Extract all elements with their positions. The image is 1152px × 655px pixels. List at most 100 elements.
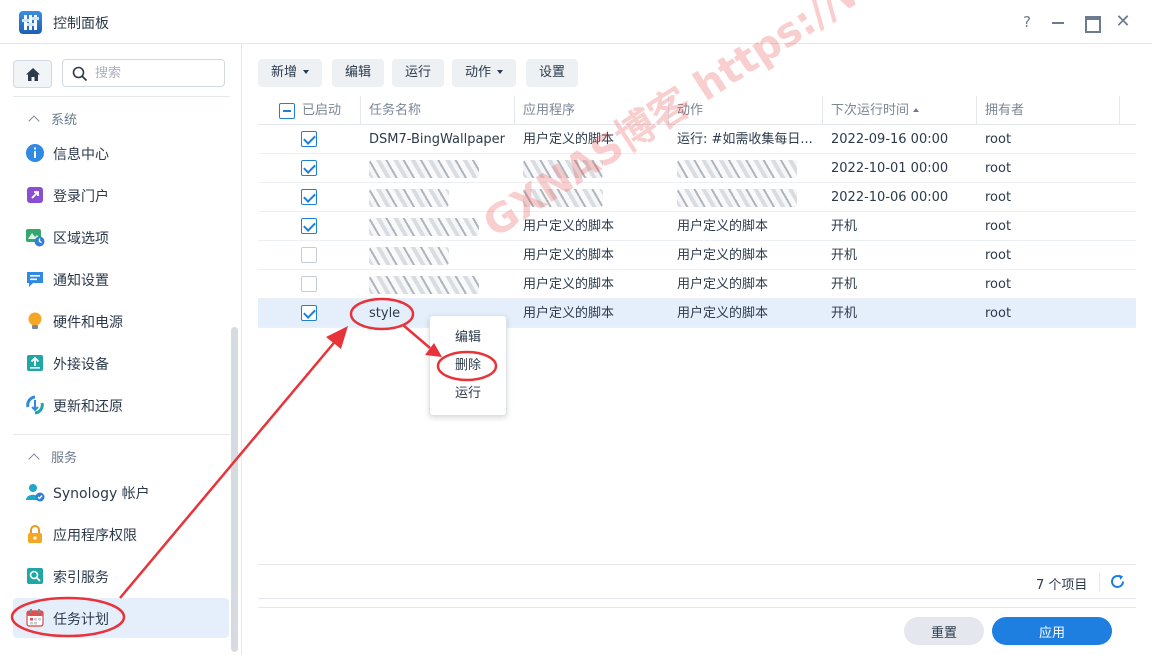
caret-down-icon: [497, 70, 504, 74]
table-row[interactable]: 用户定义的脚本 用户定义的脚本 开机 root: [258, 241, 1136, 270]
cell-next-run: 2022-10-01 00:00: [831, 161, 949, 176]
context-menu-edit[interactable]: 编辑: [430, 326, 506, 350]
sidebar-item-region[interactable]: 区域选项: [13, 217, 229, 257]
footer-divider: [258, 607, 1136, 608]
account-icon: [26, 484, 45, 502]
table-row[interactable]: 2022-10-06 00:00 root: [258, 183, 1136, 212]
reset-button[interactable]: 重置: [904, 617, 984, 645]
edit-button[interactable]: 编辑: [332, 59, 385, 87]
sidebar-item-task-scheduler[interactable]: 任务计划: [13, 598, 229, 638]
sidebar-item-label: 更新和还原: [53, 399, 123, 415]
search-field[interactable]: [62, 59, 225, 87]
column-header-label: 任务名称: [369, 103, 422, 118]
sidebar-item-indexing[interactable]: 索引服务: [13, 556, 229, 596]
enabled-checkbox[interactable]: [301, 131, 317, 147]
column-header-label: 已启动: [302, 103, 342, 118]
cell-action: 用户定义的脚本: [677, 277, 769, 292]
new-button[interactable]: 新增: [258, 59, 323, 87]
calendar-icon: [26, 609, 44, 627]
refresh-icon[interactable]: [1109, 573, 1126, 590]
redacted-cell: [369, 276, 479, 294]
sidebar-item-login-portal[interactable]: 登录门户: [13, 175, 229, 215]
window-title: 控制面板: [53, 16, 109, 32]
group-header-system[interactable]: 系统: [28, 109, 77, 128]
home-button[interactable]: [13, 60, 52, 88]
maximize-button[interactable]: [1080, 11, 1102, 33]
run-button-label: 运行: [405, 65, 432, 80]
cell-next-run: 2022-09-16 00:00: [831, 132, 949, 147]
table-row[interactable]: 用户定义的脚本 用户定义的脚本 开机 root: [258, 270, 1136, 299]
cell-owner: root: [985, 219, 1012, 234]
sidebar-item-info-center[interactable]: 信息中心: [13, 133, 229, 173]
enabled-checkbox[interactable]: [301, 305, 317, 321]
sidebar-item-label: 区域选项: [53, 231, 109, 247]
help-button[interactable]: ?: [1016, 11, 1038, 33]
sidebar-item-synology-account[interactable]: Synology 帐户: [13, 472, 229, 512]
action-button-label: 动作: [465, 65, 492, 80]
redacted-cell: [369, 218, 479, 236]
context-menu-delete[interactable]: 删除: [430, 354, 506, 378]
close-button[interactable]: ✕: [1112, 11, 1134, 33]
sidebar-item-app-privileges[interactable]: 应用程序权限: [13, 514, 229, 554]
search-input[interactable]: [95, 65, 219, 82]
column-header-label: 应用程序: [523, 103, 576, 118]
new-button-label: 新增: [271, 65, 298, 80]
cell-owner: root: [985, 161, 1012, 176]
external-device-icon: [27, 355, 43, 371]
cell-owner: root: [985, 277, 1012, 292]
cell-app: 用户定义的脚本: [523, 306, 615, 321]
cell-next-run: 开机: [831, 248, 858, 263]
sidebar-item-label: 任务计划: [53, 612, 109, 628]
enabled-checkbox[interactable]: [301, 160, 317, 176]
table-row[interactable]: style 用户定义的脚本 用户定义的脚本 开机 root: [258, 299, 1136, 328]
cell-owner: root: [985, 190, 1012, 205]
bulb-icon: [28, 312, 42, 329]
enabled-checkbox[interactable]: [301, 276, 317, 292]
cell-next-run: 开机: [831, 306, 858, 321]
action-button[interactable]: 动作: [452, 59, 517, 87]
redacted-cell: [369, 160, 479, 178]
sidebar-item-label: 信息中心: [53, 147, 109, 163]
sidebar-item-label: Synology 帐户: [53, 486, 150, 502]
sidebar-item-label: 通知设置: [53, 273, 109, 289]
settings-button[interactable]: 设置: [526, 59, 579, 87]
redacted-cell: [677, 160, 797, 178]
sidebar-item-notification[interactable]: 通知设置: [13, 259, 229, 299]
column-name[interactable]: 任务名称: [361, 96, 515, 125]
column-owner[interactable]: 拥有者: [977, 96, 1120, 125]
cell-action: 用户定义的脚本: [677, 219, 769, 234]
index-icon: [27, 568, 43, 584]
column-next-run[interactable]: 下次运行时间: [823, 96, 977, 125]
region-icon: [26, 229, 45, 247]
run-button[interactable]: 运行: [392, 59, 445, 87]
table-row[interactable]: DSM7-BingWallpaper 用户定义的脚本 运行: #如需收集每日... 2…: [258, 125, 1136, 154]
cell-owner: root: [985, 306, 1012, 321]
cell-action: 运行: #如需收集每日...: [677, 132, 813, 147]
table-row[interactable]: 2022-10-01 00:00 root: [258, 154, 1136, 183]
context-menu-run[interactable]: 运行: [430, 382, 506, 406]
select-all-checkbox[interactable]: [279, 103, 295, 119]
enabled-checkbox[interactable]: [301, 218, 317, 234]
sidebar-item-update-restore[interactable]: 更新和还原: [13, 385, 229, 425]
sidebar-item-hardware-power[interactable]: 硬件和电源: [13, 301, 229, 341]
group-header-services[interactable]: 服务: [28, 447, 78, 466]
table-row[interactable]: 用户定义的脚本 用户定义的脚本 开机 root: [258, 212, 1136, 241]
minimize-button[interactable]: [1047, 11, 1069, 33]
window-titlebar: 控制面板 ? ✕: [0, 0, 1152, 44]
caret-down-icon: [303, 70, 310, 74]
cell-owner: root: [985, 248, 1012, 263]
sidebar-scrollbar[interactable]: [231, 327, 238, 652]
search-icon: [72, 66, 88, 82]
column-enabled[interactable]: 已启动: [258, 96, 361, 125]
lock-icon: [28, 525, 42, 543]
enabled-checkbox[interactable]: [301, 247, 317, 263]
apply-button[interactable]: 应用: [992, 617, 1112, 645]
main-panel: 新增 编辑 运行 动作 设置 已启动 任务名称 应用程序 动作 下次运行时间 拥…: [243, 44, 1152, 655]
enabled-checkbox[interactable]: [301, 189, 317, 205]
sidebar-item-external-devices[interactable]: 外接设备: [13, 343, 229, 383]
table-footer: 7 个项目: [258, 564, 1136, 599]
group-label: 服务: [51, 451, 78, 466]
cell-action: 用户定义的脚本: [677, 306, 769, 321]
notification-icon: [27, 272, 43, 287]
chevron-up-icon: [28, 453, 40, 465]
